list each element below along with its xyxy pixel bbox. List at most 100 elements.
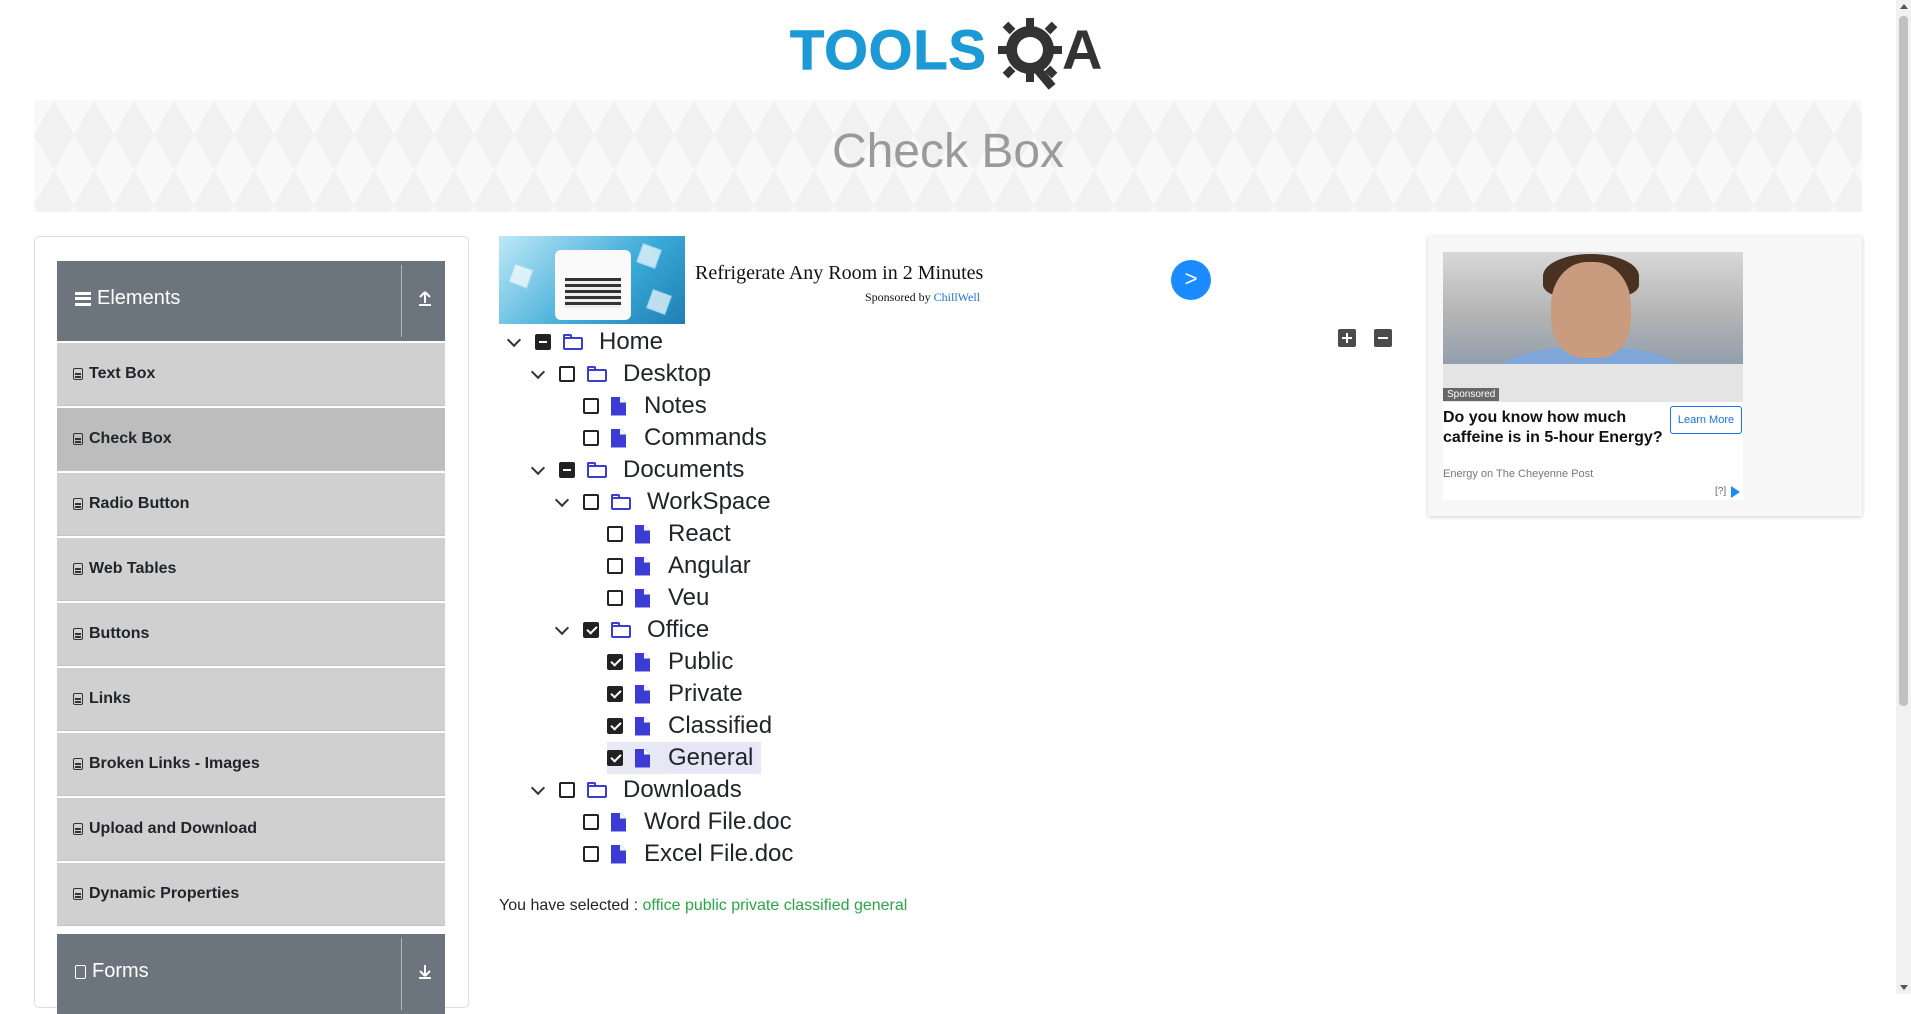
tree-node-label[interactable]: Documents bbox=[619, 456, 748, 484]
chevron-down-icon[interactable] bbox=[529, 365, 547, 383]
toolsqa-logo[interactable]: TOOLS A bbox=[790, 16, 1110, 90]
tree-node-label[interactable]: Private bbox=[664, 680, 747, 708]
ad-photo[interactable] bbox=[1443, 252, 1743, 402]
sidebar-item-label: Upload and Download bbox=[89, 820, 257, 837]
sidebar-group-elements[interactable]: Elements bbox=[57, 261, 445, 341]
tree-node-label[interactable]: Home bbox=[595, 328, 667, 356]
hamburger-icon bbox=[75, 291, 91, 306]
tree-node-label[interactable]: React bbox=[664, 520, 735, 548]
adchoices-label[interactable]: [?] bbox=[1715, 486, 1726, 497]
checkbox[interactable] bbox=[583, 814, 599, 830]
sidebar-group-forms[interactable]: Forms bbox=[57, 934, 445, 1014]
scroll-up-icon[interactable] bbox=[1900, 4, 1908, 9]
checkbox[interactable] bbox=[583, 398, 599, 414]
checkbox[interactable] bbox=[607, 654, 623, 670]
chevron-down-icon[interactable] bbox=[553, 493, 571, 511]
chevron-down-icon[interactable] bbox=[529, 781, 547, 799]
checkbox[interactable] bbox=[583, 846, 599, 862]
divider bbox=[401, 265, 402, 337]
checkbox[interactable] bbox=[559, 782, 575, 798]
sidebar-item-upload-download[interactable]: Upload and Download bbox=[57, 798, 445, 861]
folder-icon bbox=[587, 782, 607, 798]
scrollbar-thumb[interactable] bbox=[1899, 16, 1908, 706]
collapse-arrow-icon[interactable] bbox=[409, 285, 441, 317]
plus-square-icon[interactable] bbox=[1338, 329, 1356, 347]
chevron-down-icon[interactable] bbox=[505, 333, 523, 351]
tree-node-public: Public bbox=[607, 646, 737, 678]
tree-node-label[interactable]: Notes bbox=[640, 392, 711, 420]
tree-node-label[interactable]: Downloads bbox=[619, 776, 746, 804]
file-icon bbox=[635, 716, 650, 736]
result-prefix: You have selected : bbox=[499, 897, 639, 914]
tree-tools bbox=[1338, 329, 1392, 347]
tree-node-label[interactable]: Word File.doc bbox=[640, 808, 796, 836]
tree-node-classified: Classified bbox=[607, 710, 776, 742]
checkbox[interactable] bbox=[559, 462, 575, 478]
adchoices-icon[interactable] bbox=[1731, 486, 1740, 498]
tree-node-excel-file-doc: Excel File.doc bbox=[583, 838, 797, 870]
tree-node-label[interactable]: Classified bbox=[664, 712, 776, 740]
page-title: Check Box bbox=[831, 125, 1065, 178]
chevron-down-icon[interactable] bbox=[553, 621, 571, 639]
checkbox[interactable] bbox=[607, 686, 623, 702]
ad-banner[interactable]: Refrigerate Any Room in 2 Minutes Sponso… bbox=[499, 236, 1211, 324]
sidebar-item-web-tables[interactable]: Web Tables bbox=[57, 538, 445, 601]
checkbox[interactable] bbox=[583, 622, 599, 638]
checkbox[interactable] bbox=[607, 558, 623, 574]
tree-node-label[interactable]: Commands bbox=[640, 424, 771, 452]
ad-sponsor-name[interactable]: ChillWell bbox=[934, 290, 980, 304]
menu-item-icon bbox=[73, 498, 83, 510]
page-scrollbar[interactable] bbox=[1896, 0, 1911, 994]
file-icon bbox=[635, 684, 650, 704]
tree-node-label[interactable]: Office bbox=[643, 616, 713, 644]
sidebar-item-label: Check Box bbox=[89, 430, 172, 447]
tree-node-label[interactable]: Public bbox=[664, 648, 737, 676]
tree-node-documents: Documents bbox=[529, 454, 748, 486]
checkbox[interactable] bbox=[559, 366, 575, 382]
checkbox[interactable] bbox=[583, 494, 599, 510]
ad-headline[interactable]: Do you know how much caffeine is in 5-ho… bbox=[1443, 408, 1663, 448]
tree-node-label[interactable]: Angular bbox=[664, 552, 755, 580]
checkbox[interactable] bbox=[607, 718, 623, 734]
sidebar-item-check-box[interactable]: Check Box bbox=[57, 408, 445, 471]
sidebar-item-radio-button[interactable]: Radio Button bbox=[57, 473, 445, 536]
tree-node-home: Home bbox=[505, 326, 667, 358]
checkbox[interactable] bbox=[607, 590, 623, 606]
tree-node-desktop: Desktop bbox=[529, 358, 715, 390]
sidebar-item-text-box[interactable]: Text Box bbox=[57, 343, 445, 406]
expand-arrow-icon[interactable] bbox=[409, 958, 441, 990]
tree-node-commands: Commands bbox=[583, 422, 771, 454]
scroll-down-icon[interactable] bbox=[1900, 985, 1908, 990]
sidebar-item-label: Web Tables bbox=[89, 560, 177, 577]
ad-sponsored-prefix: Sponsored by bbox=[865, 290, 931, 304]
minus-square-icon[interactable] bbox=[1374, 329, 1392, 347]
checkbox[interactable] bbox=[607, 526, 623, 542]
selected-item: private bbox=[731, 897, 780, 914]
checkbox[interactable] bbox=[535, 334, 551, 350]
sidebar-group-label: Forms bbox=[92, 960, 149, 982]
tree-node-label[interactable]: General bbox=[664, 744, 758, 772]
tree-node-label[interactable]: Veu bbox=[664, 584, 713, 612]
menu-item-icon bbox=[73, 693, 83, 705]
tree-node-label[interactable]: WorkSpace bbox=[643, 488, 775, 516]
selected-item: classified bbox=[783, 897, 850, 914]
ad-sidebar[interactable]: Sponsored Do you know how much caffeine … bbox=[1428, 236, 1862, 516]
tree-node-angular: Angular bbox=[607, 550, 755, 582]
sidebar-item-buttons[interactable]: Buttons bbox=[57, 603, 445, 666]
sidebar-item-label: Radio Button bbox=[89, 495, 190, 512]
learn-more-button[interactable]: Learn More bbox=[1670, 406, 1742, 434]
tree-node-label[interactable]: Desktop bbox=[619, 360, 715, 388]
ad-headline[interactable]: Refrigerate Any Room in 2 Minutes bbox=[695, 262, 983, 285]
folder-icon bbox=[611, 622, 631, 638]
checkbox[interactable] bbox=[607, 750, 623, 766]
chevron-down-icon[interactable] bbox=[529, 461, 547, 479]
ad-go-button[interactable]: > bbox=[1171, 260, 1211, 300]
sidebar-item-links[interactable]: Links bbox=[57, 668, 445, 731]
sidebar-item-dynamic-properties[interactable]: Dynamic Properties bbox=[57, 863, 445, 926]
sidebar-item-broken-links[interactable]: Broken Links - Images bbox=[57, 733, 445, 796]
sidebar-item-label: Text Box bbox=[89, 365, 156, 382]
checkbox[interactable] bbox=[583, 430, 599, 446]
tree-node-label[interactable]: Excel File.doc bbox=[640, 840, 797, 868]
ad-sponsor: Sponsored by ChillWell bbox=[865, 290, 980, 305]
tree-node-notes: Notes bbox=[583, 390, 711, 422]
